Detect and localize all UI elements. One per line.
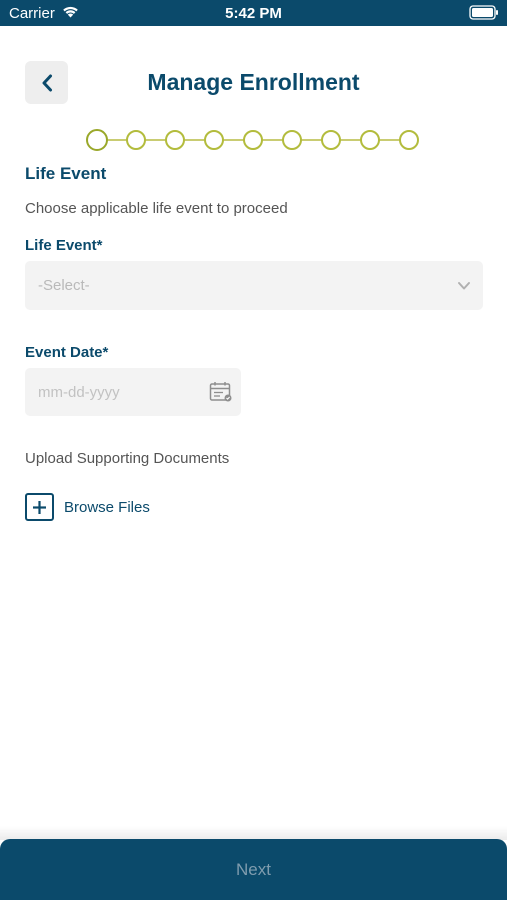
step-6 bbox=[282, 130, 302, 150]
next-button-label: Next bbox=[236, 859, 271, 879]
life-event-label: Life Event* bbox=[25, 237, 103, 254]
event-date-placeholder: mm-dd-yyyy bbox=[38, 384, 120, 401]
step-8 bbox=[360, 130, 380, 150]
chevron-down-icon bbox=[458, 282, 470, 290]
battery-icon bbox=[469, 5, 498, 20]
life-event-select[interactable]: -Select- bbox=[25, 261, 483, 310]
life-event-value: -Select- bbox=[38, 277, 90, 294]
calendar-icon[interactable] bbox=[209, 381, 233, 403]
event-date-label: Event Date* bbox=[25, 344, 109, 361]
page-title: Manage Enrollment bbox=[147, 69, 360, 95]
step-5 bbox=[243, 130, 263, 150]
step-2 bbox=[126, 130, 146, 150]
event-date-input[interactable]: mm-dd-yyyy bbox=[25, 368, 241, 416]
footer-shadow bbox=[0, 826, 507, 840]
section-title: Life Event bbox=[25, 164, 107, 183]
next-button[interactable]: Next bbox=[0, 839, 507, 900]
step-7 bbox=[321, 130, 341, 150]
browse-files-button[interactable]: Browse Files bbox=[25, 493, 150, 521]
step-3 bbox=[165, 130, 185, 150]
browse-files-label: Browse Files bbox=[64, 498, 150, 516]
progress-stepper bbox=[86, 129, 422, 151]
clock-time: 5:42 PM bbox=[225, 5, 282, 22]
step-4 bbox=[204, 130, 224, 150]
upload-documents-label: Upload Supporting Documents bbox=[25, 450, 230, 467]
status-bar: Carrier 5:42 PM bbox=[0, 0, 507, 26]
plus-icon bbox=[25, 493, 54, 521]
step-1 bbox=[86, 129, 108, 151]
step-9 bbox=[399, 130, 419, 150]
section-description: Choose applicable life event to proceed bbox=[25, 200, 288, 217]
